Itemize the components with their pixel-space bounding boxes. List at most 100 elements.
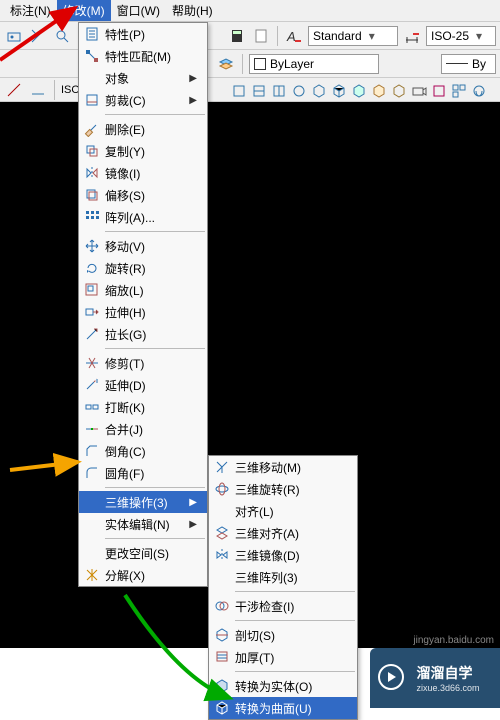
3d-submenu-item-12[interactable]: 转换为实体(O) xyxy=(209,675,357,697)
modify-menu-item-9[interactable]: 阵列(A)... xyxy=(79,206,207,228)
line-tool-icon[interactable] xyxy=(4,80,24,100)
menu-item-label: 复制(Y) xyxy=(105,143,197,160)
view-sw-icon[interactable] xyxy=(330,82,348,100)
visual-style-icon[interactable] xyxy=(470,82,488,100)
modify-menu-item-24[interactable]: 三维操作(3)▶ xyxy=(79,491,207,513)
menu-item-label: 缩放(L) xyxy=(105,282,197,299)
modify-menu-item-8[interactable]: 偏移(S) xyxy=(79,184,207,206)
3d-submenu-item-0[interactable]: 三维移动(M) xyxy=(209,456,357,478)
3d-submenu-item-1[interactable]: 三维旋转(R) xyxy=(209,478,357,500)
menu-item-label: 三维对齐(A) xyxy=(235,525,347,542)
view-right-icon[interactable] xyxy=(290,82,308,100)
3d-submenu-item-4[interactable]: 三维镜像(D) xyxy=(209,544,357,566)
view-left-icon[interactable] xyxy=(270,82,288,100)
modify-menu-item-12[interactable]: 旋转(R) xyxy=(79,257,207,279)
dim-icon[interactable] xyxy=(28,80,48,100)
view-iso-icon[interactable] xyxy=(310,82,328,100)
menu-separator xyxy=(105,114,205,115)
view-tool-row xyxy=(230,82,488,100)
menu-separator xyxy=(235,620,355,621)
textstyle-combo[interactable]: Standard ▾ xyxy=(308,26,398,46)
view-ne-icon[interactable] xyxy=(370,82,388,100)
menu-item-label: 实体编辑(N) xyxy=(105,516,181,533)
modify-menu-item-18[interactable]: 延伸(D) xyxy=(79,374,207,396)
menu-separator xyxy=(105,487,205,488)
textstyle-value: Standard xyxy=(313,29,362,43)
menubar-item-help[interactable]: 帮助(H) xyxy=(166,0,219,21)
modify-menu-item-3[interactable]: 剪裁(C)▶ xyxy=(79,89,207,111)
textstyle-icon[interactable]: A xyxy=(284,26,304,46)
menu-item-label: 对齐(L) xyxy=(235,503,347,520)
dimstyle-icon[interactable] xyxy=(402,26,422,46)
menu-item-label: 特性匹配(M) xyxy=(105,48,197,65)
ucs-icon[interactable] xyxy=(430,82,448,100)
join-icon xyxy=(79,421,105,437)
3d-submenu-item-3[interactable]: 三维对齐(A) xyxy=(209,522,357,544)
modify-menu-item-14[interactable]: 拉伸(H) xyxy=(79,301,207,323)
toolbar-2: ByLayer By xyxy=(0,50,500,78)
menubar-item-annotate[interactable]: 标注(N) xyxy=(4,0,57,21)
3d-submenu-item-5[interactable]: 三维阵列(3) xyxy=(209,566,357,588)
quickcalc-icon[interactable] xyxy=(4,26,24,46)
square-icon xyxy=(254,58,266,70)
3dalign-icon xyxy=(209,525,235,541)
linetype-combo[interactable]: By xyxy=(441,54,496,74)
3d-submenu-item-13[interactable]: 转换为曲面(U) xyxy=(209,697,357,719)
3d-submenu-item-7[interactable]: 干涉检查(I) xyxy=(209,595,357,617)
3d-submenu-item-10[interactable]: 加厚(T) xyxy=(209,646,357,668)
copy-icon xyxy=(79,143,105,159)
modify-menu-item-25[interactable]: 实体编辑(N)▶ xyxy=(79,513,207,535)
modify-menu-item-19[interactable]: 打断(K) xyxy=(79,396,207,418)
modify-menu-item-21[interactable]: 倒角(C) xyxy=(79,440,207,462)
view-se-icon[interactable] xyxy=(350,82,368,100)
menu-item-label: 修剪(T) xyxy=(105,355,197,372)
modify-menu-item-5[interactable]: 删除(E) xyxy=(79,118,207,140)
view-nw-icon[interactable] xyxy=(390,82,408,100)
menubar-item-modify[interactable]: 修改(M) xyxy=(57,0,111,21)
modify-menu-item-28[interactable]: 分解(X) xyxy=(79,564,207,586)
menu-item-label: 特性(P) xyxy=(105,26,197,43)
clip-icon xyxy=(79,92,105,108)
menu-item-label: 三维移动(M) xyxy=(235,459,347,476)
menu-item-label: 三维镜像(D) xyxy=(235,547,347,564)
view-top-icon[interactable] xyxy=(230,82,248,100)
distance-icon[interactable] xyxy=(28,26,48,46)
color-combo[interactable]: ByLayer xyxy=(249,54,379,74)
modify-menu-item-20[interactable]: 合并(J) xyxy=(79,418,207,440)
interf-icon xyxy=(209,598,235,614)
modify-menu-item-15[interactable]: 拉长(G) xyxy=(79,323,207,345)
menu-item-label: 更改空间(S) xyxy=(105,545,197,562)
thick-icon xyxy=(209,649,235,665)
menu-item-label: 干涉检查(I) xyxy=(235,598,347,615)
3d-submenu-item-2[interactable]: 对齐(L) xyxy=(209,500,357,522)
mirror-icon xyxy=(79,165,105,181)
trim-icon xyxy=(79,355,105,371)
3d-submenu-item-9[interactable]: 剖切(S) xyxy=(209,624,357,646)
modify-menu-item-17[interactable]: 修剪(T) xyxy=(79,352,207,374)
modify-menu-item-0[interactable]: 特性(P) xyxy=(79,23,207,45)
zoom-icon[interactable] xyxy=(52,26,72,46)
modify-menu-item-13[interactable]: 缩放(L) xyxy=(79,279,207,301)
modify-menu-item-11[interactable]: 移动(V) xyxy=(79,235,207,257)
dimstyle-combo[interactable]: ISO-25 ▾ xyxy=(426,26,496,46)
notepad-icon[interactable] xyxy=(251,26,271,46)
view-manager-icon[interactable] xyxy=(450,82,468,100)
menu-item-label: 分解(X) xyxy=(105,567,197,584)
view-front-icon[interactable] xyxy=(250,82,268,100)
modify-menu-item-2[interactable]: 对象▶ xyxy=(79,67,207,89)
modify-menu-item-27[interactable]: 更改空间(S) xyxy=(79,542,207,564)
menubar-item-window[interactable]: 窗口(W) xyxy=(111,0,166,21)
calculator-icon[interactable] xyxy=(227,26,247,46)
camera-icon[interactable] xyxy=(410,82,428,100)
layers-icon[interactable] xyxy=(216,54,236,74)
menu-separator xyxy=(105,231,205,232)
break-icon xyxy=(79,399,105,415)
toolbar-1: A Standard ▾ ISO-25 ▾ xyxy=(0,22,500,50)
scale-icon xyxy=(79,282,105,298)
modify-menu-item-22[interactable]: 圆角(F) xyxy=(79,462,207,484)
explode-icon xyxy=(79,567,105,583)
modify-menu-item-1[interactable]: 特性匹配(M) xyxy=(79,45,207,67)
modify-menu: 特性(P) 特性匹配(M) 对象▶剪裁(C)▶ 删除(E) 复制(Y) 镜像(I)偏移(S… xyxy=(78,22,208,587)
modify-menu-item-7[interactable]: 镜像(I) xyxy=(79,162,207,184)
modify-menu-item-6[interactable]: 复制(Y) xyxy=(79,140,207,162)
